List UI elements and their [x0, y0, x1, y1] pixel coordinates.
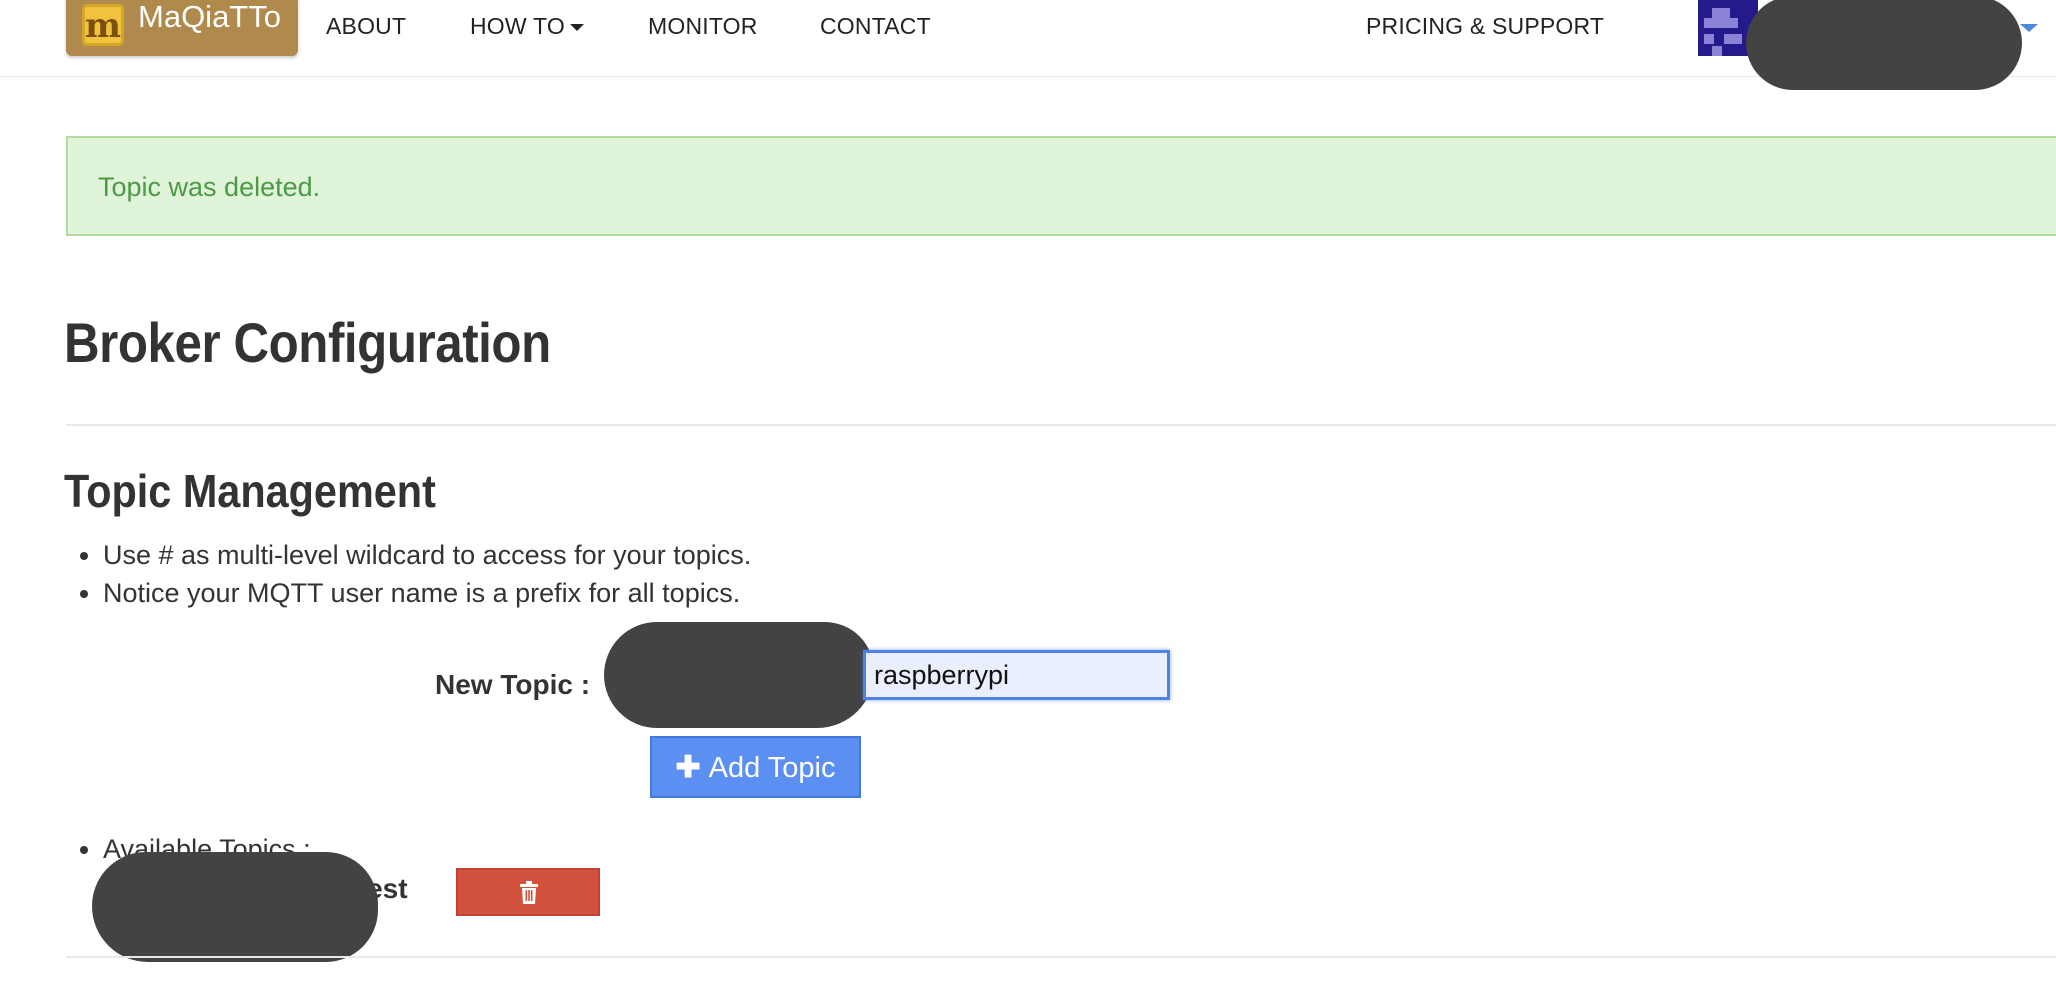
nav-how-to-label: HOW TO [470, 13, 565, 39]
top-navbar: m MaQiaTTo ABOUT HOW TO MONITOR CONTACT … [0, 0, 2056, 90]
success-alert: Topic was deleted. [66, 136, 2056, 236]
brand-name: MaQiaTTo [138, 0, 281, 34]
redacted-topic-prefix [92, 852, 378, 962]
plus-icon: ✚ [675, 750, 701, 784]
trash-icon [520, 881, 538, 904]
alert-message: Topic was deleted. [98, 172, 321, 202]
new-topic-label: New Topic : [435, 669, 591, 700]
user-menu-chevron-icon[interactable] [2020, 24, 2038, 32]
nav-pricing-support[interactable]: PRICING & SUPPORT [1366, 12, 1604, 40]
redacted-username [1746, 0, 2022, 90]
divider [66, 956, 2056, 958]
page-title: Broker Configuration [64, 311, 551, 374]
notes-list: Use # as multi-level wildcard to access … [66, 536, 751, 612]
chevron-down-icon [569, 24, 584, 32]
brand-logo-icon: m [82, 4, 124, 46]
note-item: Use # as multi-level wildcard to access … [103, 536, 751, 574]
note-item: Notice your MQTT user name is a prefix f… [103, 574, 751, 612]
section-title: Topic Management [64, 465, 436, 517]
delete-topic-button[interactable] [456, 868, 600, 916]
add-topic-button[interactable]: ✚ Add Topic [650, 736, 861, 798]
brand-logo-link[interactable]: m MaQiaTTo [66, 0, 298, 56]
divider [66, 424, 2056, 426]
redacted-topic-prefix [604, 622, 874, 728]
add-topic-label: Add Topic [708, 751, 836, 784]
new-topic-input[interactable] [863, 650, 1170, 700]
nav-contact[interactable]: CONTACT [820, 12, 931, 40]
nav-how-to[interactable]: HOW TO [470, 12, 584, 40]
nav-about[interactable]: ABOUT [326, 12, 406, 40]
nav-monitor[interactable]: MONITOR [648, 12, 758, 40]
